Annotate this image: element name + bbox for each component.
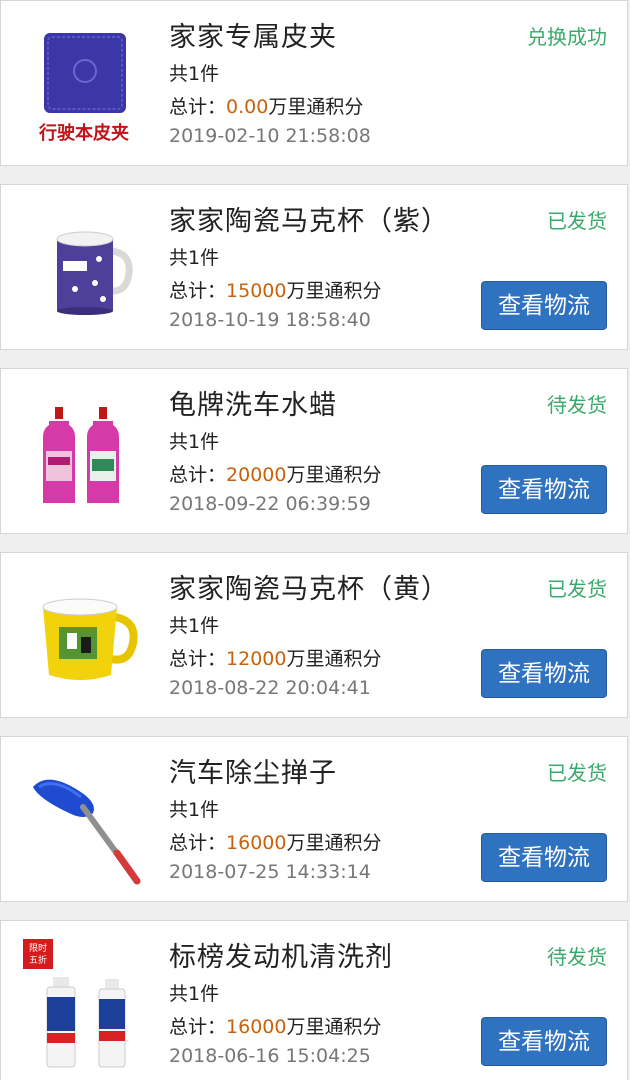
order-status: 已发货 [547,577,607,601]
order-status: 已发货 [547,209,607,233]
product-image-duster [19,755,149,885]
order-status: 兑换成功 [527,25,607,49]
order-total: 总计：20000万里通积分 [169,460,381,487]
product-title: 家家陶瓷马克杯（紫） [169,206,449,237]
points-unit: 万里通积分 [286,464,382,486]
total-amount: 0.00 [226,96,269,118]
product-image-purple-mug [19,203,149,333]
order-total: 总计：0.00万里通积分 [169,92,363,119]
product-title: 汽车除尘掸子 [169,758,337,789]
order-total: 总计：12000万里通积分 [169,644,381,671]
order-date: 2018-07-25 14:33:14 [169,861,371,883]
order-date: 2018-10-19 18:58:40 [169,309,371,331]
points-unit: 万里通积分 [286,280,382,302]
total-amount: 12000 [226,648,287,670]
order-card[interactable]: 汽车除尘掸子 共1件 总计：16000万里通积分 2018-07-25 14:3… [0,736,628,902]
quantity: 共1件 [169,983,220,1005]
quantity: 共1件 [169,799,220,821]
order-date: 2019-02-10 21:58:08 [169,125,371,147]
order-card[interactable]: 行驶本皮夹 家家专属皮夹 共1件 总计：0.00万里通积分 2019-02-10… [0,0,628,166]
order-list: 行驶本皮夹 家家专属皮夹 共1件 总计：0.00万里通积分 2019-02-10… [0,0,630,1080]
product-title: 家家陶瓷马克杯（黄） [169,574,449,605]
total-prefix: 总计： [169,96,227,118]
order-total: 总计：16000万里通积分 [169,1012,381,1039]
points-unit: 万里通积分 [286,648,382,670]
points-unit: 万里通积分 [286,1016,382,1038]
order-status: 待发货 [547,393,607,417]
points-unit: 万里通积分 [286,832,382,854]
total-amount: 20000 [226,464,287,486]
product-image-engine-cleaner: 限时 五折 [19,939,149,1069]
order-total: 总计：15000万里通积分 [169,276,381,303]
view-logistics-button[interactable]: 查看物流 [481,1017,607,1066]
promo-badge-line2: 五折 [29,954,47,966]
order-card[interactable]: 家家陶瓷马克杯（黄） 共1件 总计：12000万里通积分 2018-08-22 … [0,552,628,718]
total-amount: 15000 [226,280,287,302]
view-logistics-button[interactable]: 查看物流 [481,465,607,514]
wallet-caption: 行驶本皮夹 [38,122,129,144]
order-card[interactable]: 家家陶瓷马克杯（紫） 共1件 总计：15000万里通积分 2018-10-19 … [0,184,628,350]
quantity: 共1件 [169,63,220,85]
points-unit: 万里通积分 [268,96,364,118]
order-date: 2018-09-22 06:39:59 [169,493,371,515]
total-amount: 16000 [226,832,287,854]
product-title: 家家专属皮夹 [169,22,337,53]
product-image-yellow-mug [19,571,149,701]
order-status: 待发货 [547,945,607,969]
product-title: 龟牌洗车水蜡 [169,390,337,421]
view-logistics-button[interactable]: 查看物流 [481,649,607,698]
order-date: 2018-06-16 15:04:25 [169,1045,371,1067]
total-prefix: 总计： [169,280,227,302]
order-total: 总计：16000万里通积分 [169,828,381,855]
total-prefix: 总计： [169,832,227,854]
product-image-wallet: 行驶本皮夹 [19,19,149,149]
order-status: 已发货 [547,761,607,785]
view-logistics-button[interactable]: 查看物流 [481,833,607,882]
quantity: 共1件 [169,247,220,269]
total-amount: 16000 [226,1016,287,1038]
order-card[interactable]: 限时 五折 标榜发动机清洗剂 共1件 总计：16000万里通积分 2018-06… [0,920,628,1080]
total-prefix: 总计： [169,464,227,486]
view-logistics-button[interactable]: 查看物流 [481,281,607,330]
quantity: 共1件 [169,615,220,637]
total-prefix: 总计： [169,648,227,670]
total-prefix: 总计： [169,1016,227,1038]
order-card[interactable]: 龟牌洗车水蜡 共1件 总计：20000万里通积分 2018-09-22 06:3… [0,368,628,534]
order-date: 2018-08-22 20:04:41 [169,677,371,699]
quantity: 共1件 [169,431,220,453]
product-image-car-wax [19,387,149,517]
product-title: 标榜发动机清洗剂 [169,942,393,973]
promo-badge-line1: 限时 [29,942,47,954]
